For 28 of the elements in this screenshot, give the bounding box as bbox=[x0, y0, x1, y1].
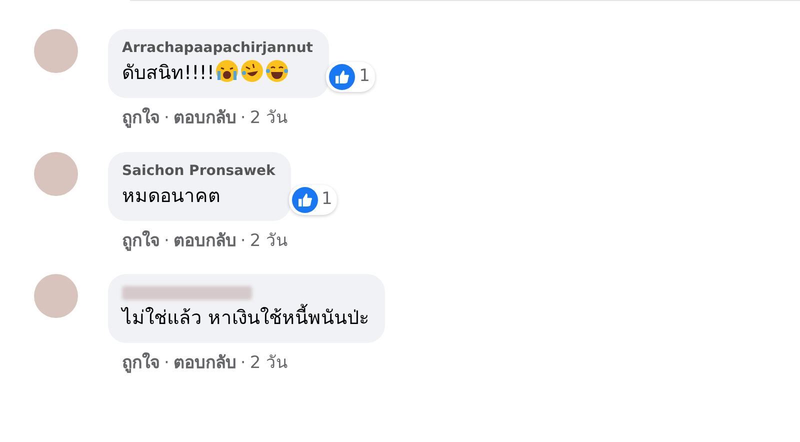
comment-text: ดับสนิท!!!! bbox=[122, 62, 214, 84]
avatar-placeholder bbox=[34, 152, 78, 196]
like-count-badge[interactable]: 1 bbox=[288, 184, 338, 214]
author-name[interactable]: Saichon Pronsawek bbox=[122, 160, 276, 180]
separator-dot: · bbox=[164, 230, 170, 252]
comment-text: หมดอนาคต bbox=[122, 184, 220, 206]
separator-dot: · bbox=[164, 107, 170, 130]
separator-dot: · bbox=[164, 352, 170, 375]
like-count: 1 bbox=[359, 65, 370, 88]
author-name[interactable]: Arrachapaapachirjannut bbox=[122, 38, 313, 58]
separator-dot: · bbox=[240, 352, 246, 375]
thumbs-up-icon bbox=[329, 64, 356, 90]
timestamp: 2 วัน bbox=[250, 230, 288, 252]
avatar-placeholder bbox=[34, 274, 78, 318]
avatar-placeholder bbox=[34, 29, 78, 73]
timestamp: 2 วัน bbox=[250, 107, 288, 130]
reply-link[interactable]: ตอบกลับ bbox=[173, 228, 236, 254]
separator-dot: · bbox=[240, 107, 246, 130]
timestamp: 2 วัน bbox=[250, 352, 288, 375]
reply-link[interactable]: ตอบกลับ bbox=[173, 351, 236, 376]
reply-link[interactable]: ตอบกลับ bbox=[173, 106, 236, 132]
like-link[interactable]: ถูกใจ bbox=[122, 351, 160, 376]
thumbs-up-icon bbox=[292, 186, 318, 212]
like-count: 1 bbox=[322, 188, 332, 211]
like-link[interactable]: ถูกใจ bbox=[122, 228, 160, 254]
like-link[interactable]: ถูกใจ bbox=[122, 106, 160, 132]
like-count-badge[interactable]: 1 bbox=[326, 62, 375, 92]
separator-dot: · bbox=[240, 230, 246, 252]
